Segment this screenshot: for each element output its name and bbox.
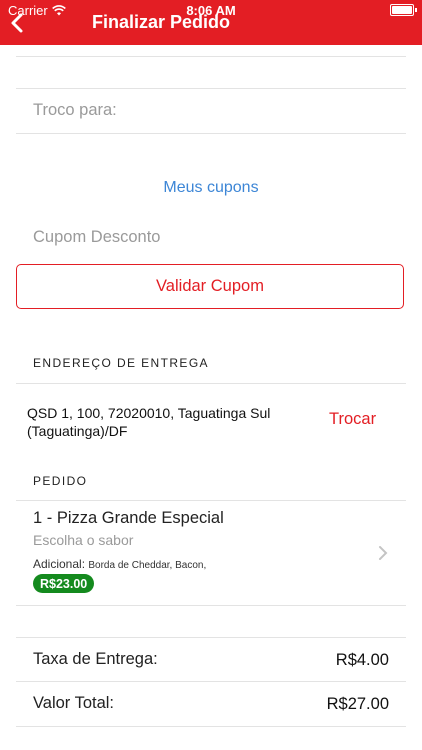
validate-coupon-button[interactable]: Validar Cupom xyxy=(16,264,404,309)
order-item-additional: Adicional: Borda de Cheddar, Bacon, xyxy=(33,557,206,571)
coupon-input[interactable]: Cupom Desconto xyxy=(33,228,160,247)
app-header: Carrier 8:06 AM Finalizar Pedido xyxy=(0,0,422,45)
divider xyxy=(16,133,406,134)
order-item-subtitle: Escolha o sabor xyxy=(33,532,134,548)
troco-input[interactable]: Troco para: xyxy=(33,101,117,120)
total-value: R$27.00 xyxy=(326,695,389,713)
price-badge: R$23.00 xyxy=(33,574,95,593)
divider xyxy=(16,383,406,384)
delivery-address: QSD 1, 100, 72020010, Taguatinga Sul (Ta… xyxy=(27,405,271,439)
divider xyxy=(16,605,406,606)
page-title: Finalizar Pedido xyxy=(92,12,231,32)
address-section-heading: ENDEREÇO DE ENTREGA xyxy=(33,356,209,370)
order-section-heading: PEDIDO xyxy=(33,474,88,488)
delivery-fee-label: Taxa de Entrega: xyxy=(33,650,158,668)
validate-coupon-label: Validar Cupom xyxy=(156,277,264,295)
divider xyxy=(16,56,406,57)
divider xyxy=(16,681,406,682)
back-arrow-icon[interactable] xyxy=(6,10,30,36)
my-coupons-link[interactable]: Meus cupons xyxy=(0,179,422,197)
battery-icon xyxy=(390,4,417,16)
divider xyxy=(16,500,406,501)
additional-label: Adicional: xyxy=(33,557,86,571)
order-item-title: 1 - Pizza Grande Especial xyxy=(33,509,224,527)
delivery-fee-value: R$4.00 xyxy=(335,651,389,669)
change-address-button[interactable]: Trocar xyxy=(329,410,376,429)
chevron-right-icon[interactable] xyxy=(377,544,389,562)
divider xyxy=(16,637,406,638)
divider xyxy=(16,88,406,89)
additional-items: Borda de Cheddar, Bacon, xyxy=(88,560,207,571)
divider xyxy=(16,726,406,727)
total-label: Valor Total: xyxy=(33,694,115,712)
